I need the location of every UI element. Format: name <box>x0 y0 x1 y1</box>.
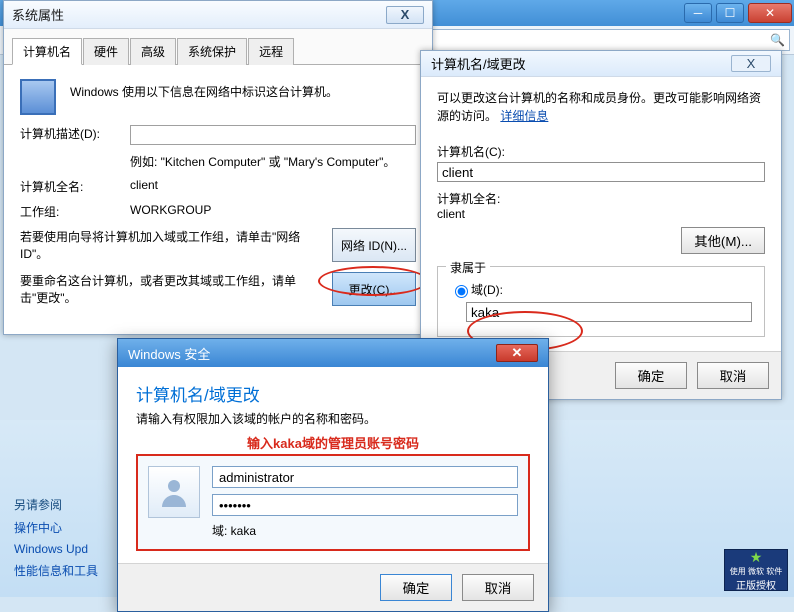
tab-hardware[interactable]: 硬件 <box>83 38 129 65</box>
security-heading: 计算机名/域更改 <box>136 381 530 406</box>
badge-line1: 使用 微软 软件 <box>730 566 782 577</box>
syswin-titlebar: 系统属性 X <box>4 1 432 29</box>
close-icon[interactable]: X <box>731 55 771 72</box>
syswin-body: Windows 使用以下信息在网络中标识这台计算机。 计算机描述(D): 例如:… <box>4 65 432 334</box>
tab-bar: 计算机名 硬件 高级 系统保护 远程 <box>4 29 432 65</box>
sidebar-link[interactable]: 性能信息和工具 <box>14 562 98 579</box>
password-input[interactable] <box>212 494 518 516</box>
fullname-label: 计算机全名: <box>437 190 765 207</box>
secwin-body: 计算机名/域更改 请输入有权限加入该域的帐户的名称和密码。 输入kaka域的管理… <box>118 367 548 563</box>
close-icon[interactable]: X <box>386 6 424 24</box>
desc-example: 例如: "Kitchen Computer" 或 "Mary's Compute… <box>130 153 416 170</box>
sidebar-link[interactable]: 操作中心 <box>14 519 98 536</box>
intro-text: Windows 使用以下信息在网络中标识这台计算机。 <box>70 79 416 115</box>
computer-name-label: 计算机名(C): <box>437 143 765 160</box>
computer-name-input[interactable] <box>437 162 765 182</box>
close-button[interactable]: ✕ <box>748 3 792 23</box>
domain-radio-label: 域(D): <box>471 281 503 298</box>
search-icon[interactable]: 🔍 <box>770 33 785 47</box>
badge-line2: 正版授权 <box>736 577 776 592</box>
computer-icon <box>20 79 56 115</box>
member-of-fieldset: 隶属于 域(D): <box>437 266 765 337</box>
description-input[interactable] <box>130 125 416 145</box>
annotation-text: 输入kaka域的管理员账号密码 <box>136 433 530 452</box>
network-id-button[interactable]: 网络 ID(N)... <box>332 228 416 262</box>
domain-radio[interactable] <box>455 285 468 298</box>
dnwin-body: 可以更改这台计算机的名称和成员身份。更改可能影响网络资源的访问。 详细信息 计算… <box>421 77 781 351</box>
workgroup-label: 工作组: <box>20 203 130 220</box>
user-avatar-icon <box>148 466 200 518</box>
username-input[interactable] <box>212 466 518 488</box>
other-button[interactable]: 其他(M)... <box>681 227 765 254</box>
ok-button[interactable]: 确定 <box>615 362 687 389</box>
fullname-value: client <box>437 207 765 221</box>
credential-box: 域: kaka <box>136 454 530 551</box>
domain-line: 域: kaka <box>212 522 518 539</box>
close-icon[interactable]: ✕ <box>496 344 538 362</box>
genuine-badge: ★ 使用 微软 软件 正版授权 <box>724 549 788 591</box>
tab-computer-name[interactable]: 计算机名 <box>12 38 82 65</box>
maximize-button[interactable]: ☐ <box>716 3 744 23</box>
security-subtext: 请输入有权限加入该域的帐户的名称和密码。 <box>136 410 530 427</box>
secwin-footer: 确定 取消 <box>118 563 548 611</box>
minimize-button[interactable]: ─ <box>684 3 712 23</box>
tab-advanced[interactable]: 高级 <box>130 38 176 65</box>
tab-remote[interactable]: 远程 <box>248 38 294 65</box>
dnwin-title-text: 计算机名/域更改 <box>431 54 526 73</box>
change-button[interactable]: 更改(C)... <box>332 272 416 306</box>
fieldset-legend: 隶属于 <box>446 259 490 276</box>
cancel-button[interactable]: 取消 <box>697 362 769 389</box>
syswin-title-text: 系统属性 <box>12 5 64 24</box>
workgroup-value: WORKGROUP <box>130 203 211 220</box>
star-icon: ★ <box>750 549 763 566</box>
sidebar-links: 另请参阅 操作中心 Windows Upd 性能信息和工具 <box>14 490 98 585</box>
rename-text: 要重命名这台计算机，或者更改其域或工作组，请单击"更改"。 <box>20 272 332 306</box>
secwin-titlebar: Windows 安全 ✕ <box>118 339 548 367</box>
desc-label: 计算机描述(D): <box>20 125 130 145</box>
secwin-title-text: Windows 安全 <box>128 344 210 363</box>
fullname-label: 计算机全名: <box>20 178 130 195</box>
tab-system-protection[interactable]: 系统保护 <box>177 38 247 65</box>
dn-intro: 可以更改这台计算机的名称和成员身份。更改可能影响网络资源的访问。 详细信息 <box>437 89 765 125</box>
system-properties-window: 系统属性 X 计算机名 硬件 高级 系统保护 远程 Windows 使用以下信息… <box>3 0 433 335</box>
details-link[interactable]: 详细信息 <box>500 109 548 123</box>
dnwin-titlebar: 计算机名/域更改 X <box>421 51 781 77</box>
sidebar-heading: 另请参阅 <box>14 496 98 513</box>
sidebar-link[interactable]: Windows Upd <box>14 542 98 556</box>
wizard-text: 若要使用向导将计算机加入域或工作组，请单击"网络 ID"。 <box>20 228 332 262</box>
windows-security-dialog: Windows 安全 ✕ 计算机名/域更改 请输入有权限加入该域的帐户的名称和密… <box>117 338 549 612</box>
fullname-value: client <box>130 178 158 195</box>
domain-input[interactable] <box>466 302 752 322</box>
